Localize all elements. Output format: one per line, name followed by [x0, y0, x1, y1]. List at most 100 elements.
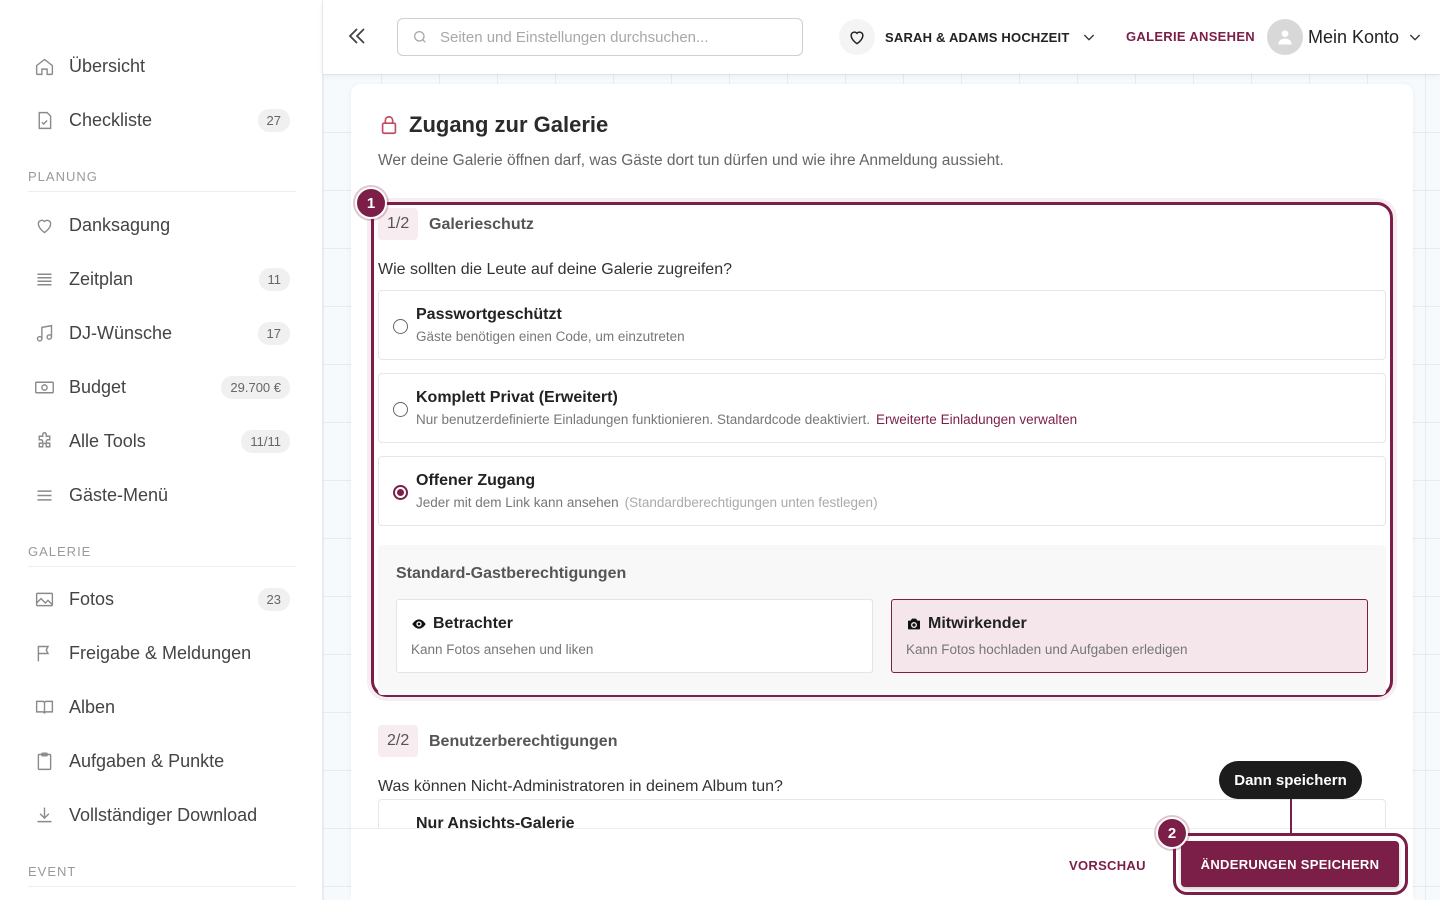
count-badge: 11	[258, 267, 290, 291]
view-gallery-link[interactable]: GALERIE ANSEHEN	[1126, 29, 1255, 44]
search-box	[397, 18, 803, 56]
event-name: SARAH & ADAMS HOCHZEIT	[885, 29, 1070, 45]
puzzle-icon	[32, 429, 56, 453]
timeline-icon	[32, 267, 56, 291]
sidebar-item-checklist[interactable]: Checkliste 27	[28, 100, 296, 140]
amount-badge: 29.700 €	[221, 375, 290, 399]
account-label: Mein Konto	[1308, 26, 1400, 47]
section-heading-gallery: GALERIE	[28, 544, 296, 567]
option-password-protected[interactable]: Passwortgeschützt Gäste benötigen einen …	[378, 290, 1386, 360]
radio-button[interactable]	[393, 319, 408, 334]
option-description: Gäste benötigen einen Code, um einzutret…	[416, 329, 685, 344]
option-title: Offener Zugang	[416, 472, 536, 489]
heart-icon	[32, 213, 56, 237]
manage-invitations-link[interactable]: Erweiterte Einladungen verwalten	[876, 412, 1077, 427]
sidebar: Übersicht Checkliste 27 PLANUNG Danksagu…	[0, 0, 323, 900]
count-badge: 23	[257, 587, 290, 611]
sidebar-item-label: DJ-Wünsche	[69, 322, 173, 343]
permission-contributor[interactable]: Mitwirkender Kann Fotos hochladen und Au…	[891, 599, 1368, 673]
topbar: SARAH & ADAMS HOCHZEIT GALERIE ANSEHEN M…	[323, 0, 1440, 74]
eye-icon	[412, 619, 426, 629]
sidebar-item-tasks[interactable]: Aufgaben & Punkte	[28, 741, 296, 781]
music-icon	[32, 321, 56, 345]
heart-icon	[839, 19, 875, 55]
section-heading-planning: PLANUNG	[28, 169, 296, 192]
section-title: Benutzerberechtigungen	[429, 733, 618, 750]
sidebar-item-label: Aufgaben & Punkte	[69, 750, 225, 771]
option-description: Nur benutzerdefinierte Einladungen funkt…	[416, 412, 1078, 427]
sidebar-item-overview[interactable]: Übersicht	[28, 46, 296, 86]
download-icon	[32, 803, 56, 827]
permission-description: Kann Fotos hochladen und Aufgaben erledi…	[906, 642, 1188, 657]
tooltip-connector	[1290, 799, 1292, 833]
sidebar-item-photos[interactable]: Fotos 23	[28, 579, 296, 619]
sidebar-item-approvals[interactable]: Freigabe & Meldungen	[28, 633, 296, 673]
sidebar-item-label: Danksagung	[69, 214, 171, 235]
permission-title: Mitwirkender	[928, 615, 1027, 632]
sidebar-item-download[interactable]: Vollständiger Download	[28, 795, 296, 835]
option-open-access[interactable]: Offener Zugang Jeder mit dem Link kann a…	[378, 456, 1386, 526]
sidebar-item-guest-menu[interactable]: Gäste-Menü	[28, 475, 296, 515]
lock-icon	[381, 115, 397, 135]
count-badge: 11/11	[241, 429, 290, 453]
sidebar-item-all-tools[interactable]: Alle Tools 11/11	[28, 421, 296, 461]
avatar	[1267, 19, 1303, 55]
page-title-text: Zugang zur Galerie	[409, 112, 609, 137]
account-menu[interactable]: Mein Konto	[1267, 18, 1423, 56]
sidebar-item-label: Alben	[69, 696, 116, 717]
option-fully-private[interactable]: Komplett Privat (Erweitert) Nur benutzer…	[378, 373, 1386, 443]
user-icon	[1278, 30, 1292, 45]
sidebar-item-thanks[interactable]: Danksagung	[28, 205, 296, 245]
sidebar-item-label: Alle Tools	[69, 430, 146, 451]
save-hint-tooltip: Dann speichern	[1219, 761, 1362, 799]
permissions-title: Standard-Gastberechtigungen	[396, 565, 627, 582]
default-guest-permissions: Standard-Gastberechtigungen Betrachter K…	[378, 545, 1386, 695]
event-switcher[interactable]: SARAH & ADAMS HOCHZEIT	[839, 18, 1097, 56]
home-icon	[32, 54, 56, 78]
sidebar-item-dj-requests[interactable]: DJ-Wünsche 17	[28, 313, 296, 353]
preview-button[interactable]: VORSCHAU	[1069, 858, 1146, 873]
step-badge-1: 1	[355, 187, 387, 219]
option-title: Komplett Privat (Erweitert)	[416, 389, 618, 406]
book-icon	[32, 695, 56, 719]
permission-viewer[interactable]: Betrachter Kann Fotos ansehen und liken	[396, 599, 873, 673]
question-text: Wie sollten die Leute auf deine Galerie …	[378, 261, 732, 278]
step-indicator: 2/2	[378, 725, 419, 757]
sidebar-item-albums[interactable]: Alben	[28, 687, 296, 727]
camera-icon	[908, 618, 920, 630]
sidebar-item-schedule[interactable]: Zeitplan 11	[28, 259, 296, 299]
permission-title: Betrachter	[433, 615, 514, 632]
search-input[interactable]	[440, 28, 780, 46]
image-icon	[32, 587, 56, 611]
option-hint: (Standardberechtigungen unten festlegen)	[624, 495, 878, 510]
radio-button[interactable]	[393, 402, 408, 417]
collapse-sidebar-icon[interactable]	[345, 24, 369, 50]
flag-icon	[32, 641, 56, 665]
step-indicator: 1/2	[378, 208, 419, 240]
section-heading-event: EVENT	[28, 864, 296, 887]
permission-description: Kann Fotos ansehen und liken	[411, 642, 594, 657]
count-badge: 27	[257, 108, 290, 132]
sidebar-item-label: Übersicht	[69, 55, 146, 76]
chevron-down-icon	[1409, 34, 1421, 41]
sidebar-item-label: Gäste-Menü	[69, 484, 169, 505]
menu-icon	[32, 483, 56, 507]
sidebar-item-label: Zeitplan	[69, 268, 134, 289]
checklist-icon	[32, 108, 56, 132]
chevron-down-icon	[1084, 34, 1095, 41]
step-badge-2: 2	[1156, 817, 1188, 849]
clipboard-icon	[32, 749, 56, 773]
sidebar-item-label: Freigabe & Meldungen	[69, 642, 252, 663]
save-changes-button[interactable]: ÄNDERUNGEN SPEICHERN	[1181, 841, 1399, 887]
page-subtitle: Wer deine Galerie öffnen darf, was Gäste…	[378, 152, 1004, 169]
page-title: Zugang zur Galerie	[378, 112, 608, 138]
section-title: Galerieschutz	[429, 216, 534, 233]
sidebar-item-label: Fotos	[69, 588, 115, 609]
option-description: Jeder mit dem Link kann ansehen (Standard…	[416, 495, 878, 510]
sidebar-item-budget[interactable]: Budget 29.700 €	[28, 367, 296, 407]
sidebar-item-label: Checkliste	[69, 109, 153, 130]
sidebar-item-label: Budget	[69, 376, 127, 397]
radio-button-checked[interactable]	[393, 485, 408, 500]
sidebar-item-label: Vollständiger Download	[69, 804, 258, 825]
question-text: Was können Nicht-Administratoren in dein…	[378, 778, 783, 795]
